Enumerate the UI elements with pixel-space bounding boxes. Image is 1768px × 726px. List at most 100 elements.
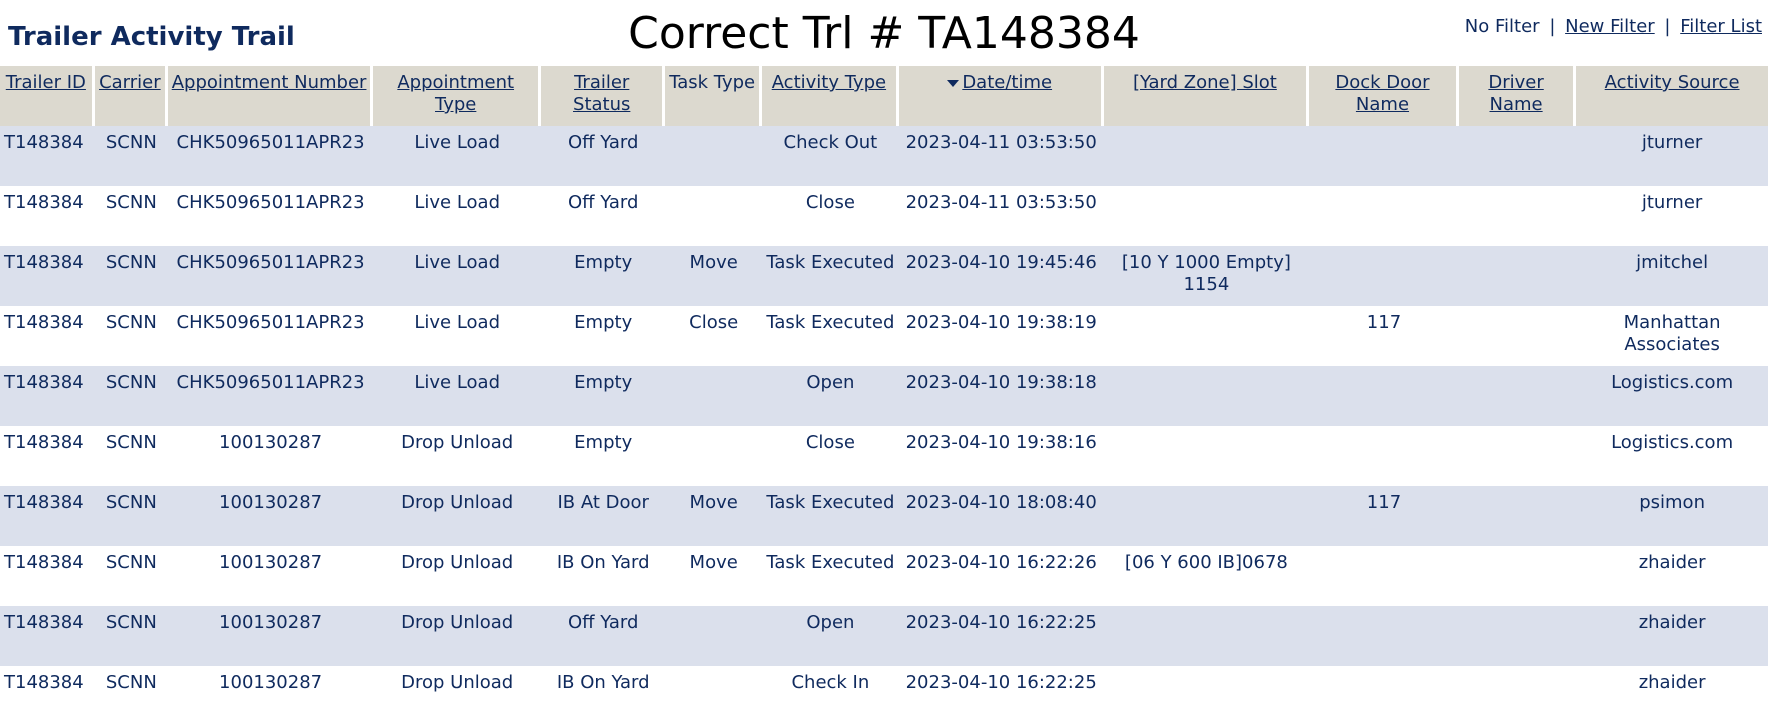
cell-carrier: SCNN xyxy=(94,606,168,666)
cell-appointment-number: 100130287 xyxy=(167,606,374,666)
cell-appointment-type: Live Load xyxy=(373,126,542,186)
cell-dock-door-name: 117 xyxy=(1309,306,1459,366)
cell-driver-name xyxy=(1458,246,1577,306)
cell-trailer-status: Empty xyxy=(541,306,666,366)
filter-list-link[interactable]: Filter List xyxy=(1680,16,1762,37)
cell-carrier: SCNN xyxy=(94,366,168,426)
column-header-label[interactable]: Carrier xyxy=(99,72,161,93)
new-filter-link[interactable]: New Filter xyxy=(1565,16,1655,37)
cell-task-type xyxy=(665,366,763,426)
column-header-activity-type[interactable]: Activity Type xyxy=(762,66,899,126)
cell-carrier: SCNN xyxy=(94,426,168,486)
cell-dock-door-name xyxy=(1309,426,1459,486)
column-header-task-type: Task Type xyxy=(665,66,763,126)
activity-table: Trailer ID Carrier Appointment Number Appoi… xyxy=(0,66,1768,726)
cell-appointment-number: 100130287 xyxy=(167,426,374,486)
cell-activity-source: Logistics.com xyxy=(1576,426,1768,486)
cell-date-time: 2023-04-11 03:53:50 xyxy=(898,186,1104,246)
filter-links: No Filter | New Filter | Filter List xyxy=(1465,16,1762,37)
column-header-label: Task Type xyxy=(669,72,756,93)
cell-trailer-status: Empty xyxy=(541,366,666,426)
cell-activity-source: jturner xyxy=(1576,126,1768,186)
column-header-label[interactable]: Activity Source xyxy=(1605,72,1740,93)
cell-activity-type: Check In xyxy=(762,666,899,726)
cell-driver-name xyxy=(1458,426,1577,486)
cell-task-type: Move xyxy=(665,486,763,546)
cell-trailer-status: IB On Yard xyxy=(541,546,666,606)
column-header-label[interactable]: Dock Door Name xyxy=(1335,72,1429,115)
column-header-label[interactable]: Driver Name xyxy=(1488,72,1543,115)
sort-desc-icon xyxy=(947,79,960,87)
cell-yard-zone-slot xyxy=(1103,486,1309,546)
cell-trailer-id: T148384 xyxy=(0,366,95,426)
table-row: T148384 SCNN 100130287 Drop Unload IB On Yar… xyxy=(0,546,1768,606)
column-header-driver-name[interactable]: Driver Name xyxy=(1458,66,1577,126)
cell-task-type: Move xyxy=(665,246,763,306)
cell-yard-zone-slot xyxy=(1103,666,1309,726)
column-header-dock-door-name[interactable]: Dock Door Name xyxy=(1309,66,1459,126)
filter-status: No Filter xyxy=(1464,16,1540,37)
cell-yard-zone-slot: [06 Y 600 IB]0678 xyxy=(1103,546,1309,606)
column-header-label[interactable]: Appointment Type xyxy=(397,72,514,115)
cell-trailer-status: Off Yard xyxy=(541,186,666,246)
cell-trailer-id: T148384 xyxy=(0,546,95,606)
cell-activity-type: Check Out xyxy=(762,126,899,186)
cell-activity-source: jmitchel xyxy=(1576,246,1768,306)
cell-appointment-number: CHK50965011APR23 xyxy=(167,126,374,186)
cell-date-time: 2023-04-10 19:38:18 xyxy=(898,366,1104,426)
cell-task-type xyxy=(665,186,763,246)
cell-dock-door-name xyxy=(1309,546,1459,606)
table-row: T148384 SCNN CHK50965011APR23 Live Load Empt… xyxy=(0,366,1768,426)
cell-trailer-status: IB On Yard xyxy=(541,666,666,726)
column-header-trailer-status[interactable]: Trailer Status xyxy=(541,66,666,126)
cell-date-time: 2023-04-10 16:22:26 xyxy=(898,546,1104,606)
table-row: T148384 SCNN CHK50965011APR23 Live Load Off … xyxy=(0,126,1768,186)
column-header-label[interactable]: Date/time xyxy=(962,72,1052,93)
cell-trailer-id: T148384 xyxy=(0,426,95,486)
column-header-label[interactable]: [Yard Zone] Slot xyxy=(1133,72,1277,93)
cell-dock-door-name xyxy=(1309,126,1459,186)
column-header-label[interactable]: Appointment Number xyxy=(172,72,367,93)
cell-date-time: 2023-04-10 19:45:46 xyxy=(898,246,1104,306)
column-header-activity-source[interactable]: Activity Source xyxy=(1576,66,1768,126)
cell-trailer-id: T148384 xyxy=(0,186,95,246)
column-header-label[interactable]: Activity Type xyxy=(772,72,886,93)
cell-carrier: SCNN xyxy=(94,546,168,606)
cell-appointment-number: CHK50965011APR23 xyxy=(167,246,374,306)
cell-appointment-type: Drop Unload xyxy=(373,606,542,666)
cell-dock-door-name xyxy=(1309,186,1459,246)
cell-appointment-type: Drop Unload xyxy=(373,426,542,486)
column-header-yard-zone-slot[interactable]: [Yard Zone] Slot xyxy=(1103,66,1309,126)
cell-dock-door-name xyxy=(1309,666,1459,726)
separator: | xyxy=(1664,16,1671,37)
cell-dock-door-name: 117 xyxy=(1309,486,1459,546)
cell-trailer-id: T148384 xyxy=(0,486,95,546)
cell-appointment-number: CHK50965011APR23 xyxy=(167,366,374,426)
cell-trailer-status: IB At Door xyxy=(541,486,666,546)
cell-carrier: SCNN xyxy=(94,306,168,366)
cell-driver-name xyxy=(1458,186,1577,246)
cell-activity-source: zhaider xyxy=(1576,666,1768,726)
top-bar: Trailer Activity Trail Correct Trl # TA1… xyxy=(0,0,1768,66)
cell-trailer-id: T148384 xyxy=(0,126,95,186)
cell-dock-door-name xyxy=(1309,246,1459,306)
cell-appointment-type: Live Load xyxy=(373,306,542,366)
cell-appointment-number: CHK50965011APR23 xyxy=(167,186,374,246)
cell-task-type xyxy=(665,126,763,186)
column-header-trailer-id[interactable]: Trailer ID xyxy=(0,66,95,126)
column-header-carrier[interactable]: Carrier xyxy=(94,66,168,126)
cell-yard-zone-slot xyxy=(1103,126,1309,186)
cell-driver-name xyxy=(1458,486,1577,546)
cell-trailer-status: Off Yard xyxy=(541,126,666,186)
cell-activity-source: zhaider xyxy=(1576,546,1768,606)
column-header-appointment-type[interactable]: Appointment Type xyxy=(373,66,542,126)
column-header-label[interactable]: Trailer ID xyxy=(6,72,86,93)
cell-dock-door-name xyxy=(1309,606,1459,666)
table-header-row: Trailer ID Carrier Appointment Number Appoi… xyxy=(0,66,1768,126)
column-header-label[interactable]: Trailer Status xyxy=(573,72,630,115)
column-header-date-time[interactable]: Date/time xyxy=(898,66,1104,126)
cell-activity-type: Task Executed xyxy=(762,486,899,546)
column-header-appointment-number[interactable]: Appointment Number xyxy=(167,66,374,126)
table-row: T148384 SCNN 100130287 Drop Unload Off Yard O… xyxy=(0,606,1768,666)
cell-yard-zone-slot xyxy=(1103,426,1309,486)
